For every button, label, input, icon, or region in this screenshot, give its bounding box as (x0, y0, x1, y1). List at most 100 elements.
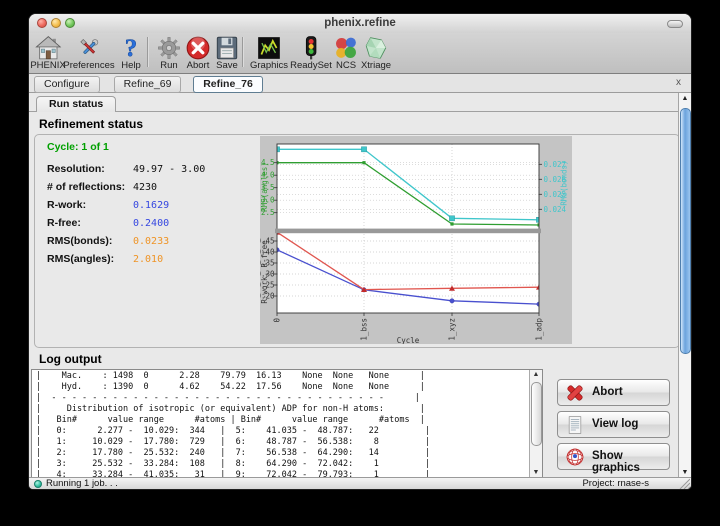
toolbar-button-run[interactable]: Run (156, 35, 182, 71)
stat-row: Resolution:49.97 - 3.00 (47, 159, 205, 175)
main-scrollbar-thumb[interactable] (680, 108, 691, 354)
action-button-label: View log (592, 418, 638, 430)
toolbar-button-xtriage[interactable]: Xtriage (361, 35, 391, 71)
toolbar-button-label: Graphics (250, 60, 288, 71)
stat-label: Resolution: (47, 163, 133, 175)
stat-row: R-free:0.2400 (47, 213, 169, 229)
toolbar-button-help[interactable]: ?Help (118, 35, 144, 71)
abort-button[interactable]: Abort (557, 379, 670, 406)
tab-refine_76[interactable]: Refine_76 (193, 76, 263, 93)
stat-label: # of reflections: (47, 181, 133, 193)
tab-run-status[interactable]: Run status (36, 96, 116, 112)
stat-row: R-work:0.1629 (47, 195, 169, 211)
abort-circle-icon (185, 35, 211, 61)
show-graphics-button[interactable]: Show graphics (557, 443, 670, 470)
svg-text:?: ? (125, 35, 137, 61)
log-line: | 0: 2.277 - 10.029: 344 | 5: 41.035 - 4… (36, 426, 528, 437)
stat-value: 4230 (133, 182, 157, 193)
log-scrollbar[interactable]: ▲ ▼ (529, 370, 542, 477)
stat-value: 2.010 (133, 254, 163, 265)
toolbar-toggle-button[interactable] (667, 20, 683, 28)
project-label: Project: rnase-s (582, 478, 649, 489)
screenshot-canvas: phenix.refine PHENIXPreferences?HelpRunA… (0, 0, 720, 526)
running-status-icon (34, 480, 42, 488)
resize-grip[interactable] (678, 478, 690, 489)
toolbar: PHENIXPreferences?HelpRunAbortSaveGraphi… (29, 33, 691, 74)
graphics-icon (256, 35, 282, 61)
abort-x-icon (565, 383, 585, 403)
toolbar-button-label: PHENIX (30, 60, 65, 71)
stat-value: 0.0233 (133, 236, 169, 247)
log-scroll-up-icon[interactable]: ▲ (530, 371, 542, 378)
log-line: | - - - - - - - - - - - - - - - - - - - … (36, 393, 528, 404)
svg-text:Cycle: Cycle (397, 336, 420, 344)
log-output-area[interactable]: | Mac. : 1498 0 2.28 79.79 16.13 None No… (31, 369, 543, 478)
toolbar-button-save[interactable]: Save (214, 35, 240, 71)
toolbar-button-label: Run (156, 60, 182, 71)
tab-configure[interactable]: Configure (34, 76, 100, 93)
phenix-refine-window: phenix.refine PHENIXPreferences?HelpRunA… (28, 13, 692, 490)
svg-text:R-work, R-free: R-work, R-free (260, 240, 269, 304)
save-floppy-icon (214, 35, 240, 61)
scroll-down-icon[interactable]: ▼ (679, 469, 691, 476)
svg-text:RMS(angles): RMS(angles) (260, 162, 269, 212)
main-scrollbar[interactable]: ▲ ▼ (678, 93, 691, 479)
toolbar-button-label: Help (118, 60, 144, 71)
cycle-label: Cycle: 1 of 1 (47, 141, 109, 153)
ncs-spheres-icon (333, 35, 359, 61)
view-log-button[interactable]: View log (557, 411, 670, 438)
svg-text:1_adp: 1_adp (535, 318, 544, 341)
view-log-document-icon (565, 415, 585, 435)
log-line: | Bin# value range #atoms | Bin# value r… (36, 415, 528, 426)
log-line: | Mac. : 1498 0 2.28 79.79 16.13 None No… (36, 371, 528, 382)
log-output-heading: Log output (39, 352, 102, 366)
refinement-status-panel: Cycle: 1 of 1 Resolution:49.97 - 3.00 # o… (34, 134, 680, 348)
help-question-icon: ? (118, 35, 144, 61)
graphics-sphere-icon (565, 447, 585, 467)
status-bar: Running 1 job. . . Project: rnase-s (29, 477, 691, 489)
subtab-divider (29, 111, 686, 112)
scroll-up-icon[interactable]: ▲ (679, 95, 691, 102)
toolbar-button-label: ReadySet (290, 60, 332, 71)
toolbar-button-label: Xtriage (361, 60, 391, 71)
window-title: phenix.refine (29, 17, 691, 29)
log-line: | Hyd. : 1390 0 4.62 54.22 17.56 None No… (36, 382, 528, 393)
toolbar-button-label: Save (214, 60, 240, 71)
log-text[interactable]: | Mac. : 1498 0 2.28 79.79 16.13 None No… (36, 371, 528, 477)
readyset-trafficlight-icon (298, 35, 324, 61)
svg-text:0: 0 (273, 318, 282, 323)
run-status-page: Run status Refinement status Cycle: 1 of… (29, 93, 686, 479)
log-line: | 1: 10.029 - 17.780: 729 | 6: 48.787 - … (36, 437, 528, 448)
toolbar-button-abort[interactable]: Abort (185, 35, 211, 71)
tab-refine_69[interactable]: Refine_69 (114, 76, 182, 93)
refinement-chart: 2.53.03.54.04.50.0240.0250.0260.0270.200… (260, 136, 572, 344)
log-line: | 3: 25.532 - 33.284: 108 | 8: 64.290 - … (36, 459, 528, 470)
log-line: | 2: 17.780 - 25.532: 240 | 7: 56.538 - … (36, 448, 528, 459)
stat-value: 0.1629 (133, 200, 169, 211)
log-scroll-down-icon[interactable]: ▼ (530, 469, 542, 476)
toolbar-button-preferences[interactable]: Preferences (63, 35, 114, 71)
stat-row: RMS(bonds):0.0233 (47, 231, 169, 247)
stat-label: RMS(bonds): (47, 235, 133, 247)
toolbar-button-ncs[interactable]: NCS (333, 35, 359, 71)
log-line: | Distribution of isotropic (or equivale… (36, 404, 528, 415)
close-tab-icon[interactable]: x (676, 77, 681, 88)
stat-row: # of reflections:4230 (47, 177, 157, 193)
xtriage-crystal-icon (363, 35, 389, 61)
stat-label: RMS(angles): (47, 253, 133, 265)
stat-label: R-free: (47, 217, 133, 229)
refinement-chart-svg: 2.53.03.54.04.50.0240.0250.0260.0270.200… (260, 136, 572, 344)
toolbar-button-readyset[interactable]: ReadySet (290, 35, 332, 71)
toolbar-button-graphics[interactable]: Graphics (250, 35, 288, 71)
toolbar-button-label: Preferences (63, 60, 114, 71)
svg-text:1_xyz: 1_xyz (448, 318, 457, 341)
log-scrollbar-thumb[interactable] (531, 382, 542, 446)
toolbar-button-label: NCS (333, 60, 359, 71)
run-gear-icon (156, 35, 182, 61)
phenix-home-icon (35, 35, 61, 61)
toolbar-button-phenix[interactable]: PHENIX (30, 35, 65, 71)
stat-label: R-work: (47, 199, 133, 211)
titlebar[interactable]: phenix.refine (29, 14, 691, 33)
action-button-label: Abort (592, 386, 623, 398)
toolbar-separator (147, 37, 149, 67)
